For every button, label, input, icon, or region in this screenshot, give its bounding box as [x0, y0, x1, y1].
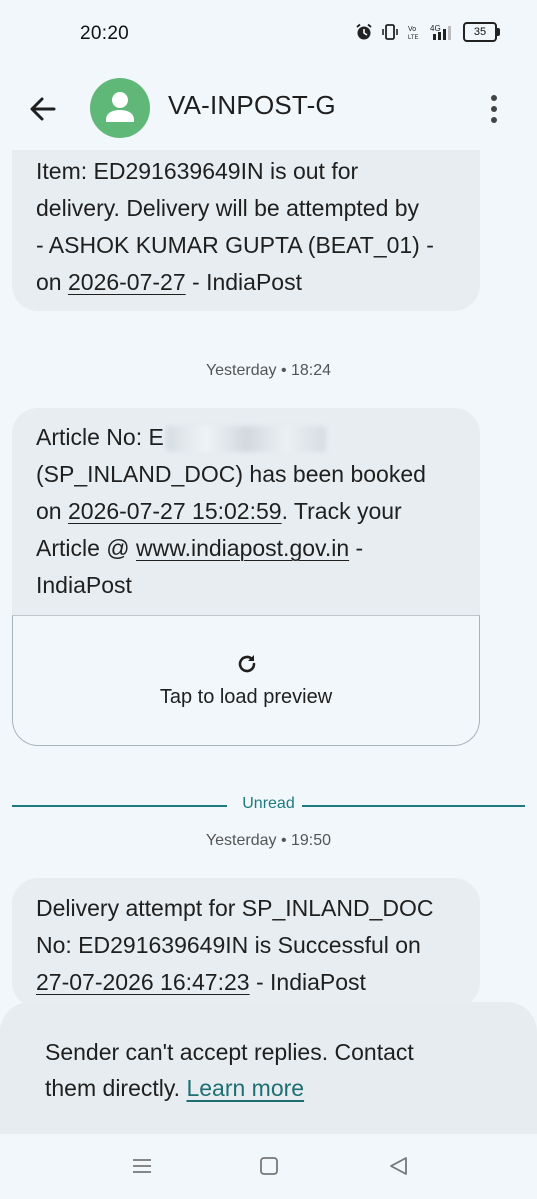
more-options-icon[interactable] — [479, 92, 509, 126]
home-icon[interactable] — [257, 1154, 281, 1178]
avatar[interactable] — [90, 78, 150, 138]
message-line: Delivery attempt for SP_INLAND_DOC — [36, 895, 434, 921]
status-bar: 20:20 Vo LTE 4G 35 — [0, 0, 537, 68]
message-bubble[interactable]: Delivery attempt for SP_INLAND_DOC No: E… — [12, 878, 480, 1008]
message-line: Article @ www.indiapost.gov.in - — [36, 535, 364, 561]
message-line: - ASHOK KUMAR GUPTA (BEAT_01) - — [36, 232, 434, 258]
svg-text:LTE: LTE — [408, 35, 419, 41]
refresh-icon — [238, 655, 256, 673]
link-preview-card[interactable]: Tap to load preview — [12, 615, 480, 746]
message-line: No: ED291639649IN is Successful on — [36, 932, 421, 958]
message-timestamp: Yesterday • 18:24 — [205, 362, 332, 379]
status-icons: Vo LTE 4G 35 — [355, 22, 500, 42]
url-link[interactable]: www.indiapost.gov.in — [136, 535, 349, 561]
system-nav-bar — [0, 1134, 537, 1199]
alarm-icon — [356, 23, 372, 40]
message-line: on 2026-07-27 - IndiaPost — [36, 269, 302, 295]
divider-line — [302, 805, 525, 807]
battery-icon: 35 — [463, 22, 500, 42]
conversation-header: VA-INPOST-G — [0, 68, 537, 150]
conversation-title[interactable]: VA-INPOST-G — [168, 90, 336, 121]
message-line: Item: ED291639649IN is out for — [36, 158, 359, 184]
volte-icon: Vo LTE — [408, 26, 419, 41]
learn-more-link[interactable]: Learn more — [186, 1075, 304, 1101]
message-line: on 2026-07-27 15:02:59. Track your — [36, 498, 402, 524]
message-bubble[interactable]: Article No: E (SP_INLAND_DOC) has been b… — [12, 408, 480, 615]
back-arrow-icon[interactable] — [26, 92, 60, 126]
person-icon — [106, 92, 134, 122]
recent-apps-icon[interactable] — [130, 1154, 154, 1178]
datetime-link[interactable]: 2026-07-27 15:02:59 — [68, 498, 282, 524]
status-time: 20:20 — [80, 23, 130, 44]
unread-label: Unread — [242, 795, 295, 812]
message-line: IndiaPost — [36, 572, 132, 598]
message-bubble[interactable]: Item: ED291639649IN is out for delivery.… — [12, 150, 480, 311]
signal-4g-icon: 4G — [430, 24, 451, 40]
message-timestamp: Yesterday • 19:50 — [205, 832, 332, 849]
reply-disabled-banner: Sender can't accept replies. Contact the… — [0, 1002, 537, 1134]
svg-text:4G: 4G — [430, 24, 441, 33]
message-line: Article No: E — [36, 419, 456, 456]
message-line: (SP_INLAND_DOC) has been booked — [36, 461, 426, 487]
redacted-text — [165, 425, 326, 452]
message-line: 27-07-2026 16:47:23 - IndiaPost — [36, 969, 366, 995]
reply-disabled-note: Sender can't accept replies. Contact the… — [45, 1039, 414, 1101]
message-line: delivery. Delivery will be attempted by — [36, 195, 420, 221]
unread-divider: Unread — [12, 795, 525, 815]
load-preview-label: Tap to load preview — [159, 686, 333, 708]
back-nav-icon[interactable] — [386, 1154, 410, 1178]
datetime-link[interactable]: 27-07-2026 16:47:23 — [36, 969, 250, 995]
vibrate-icon — [382, 24, 398, 40]
date-link[interactable]: 2026-07-27 — [68, 269, 186, 295]
svg-text:Vo: Vo — [408, 26, 416, 33]
